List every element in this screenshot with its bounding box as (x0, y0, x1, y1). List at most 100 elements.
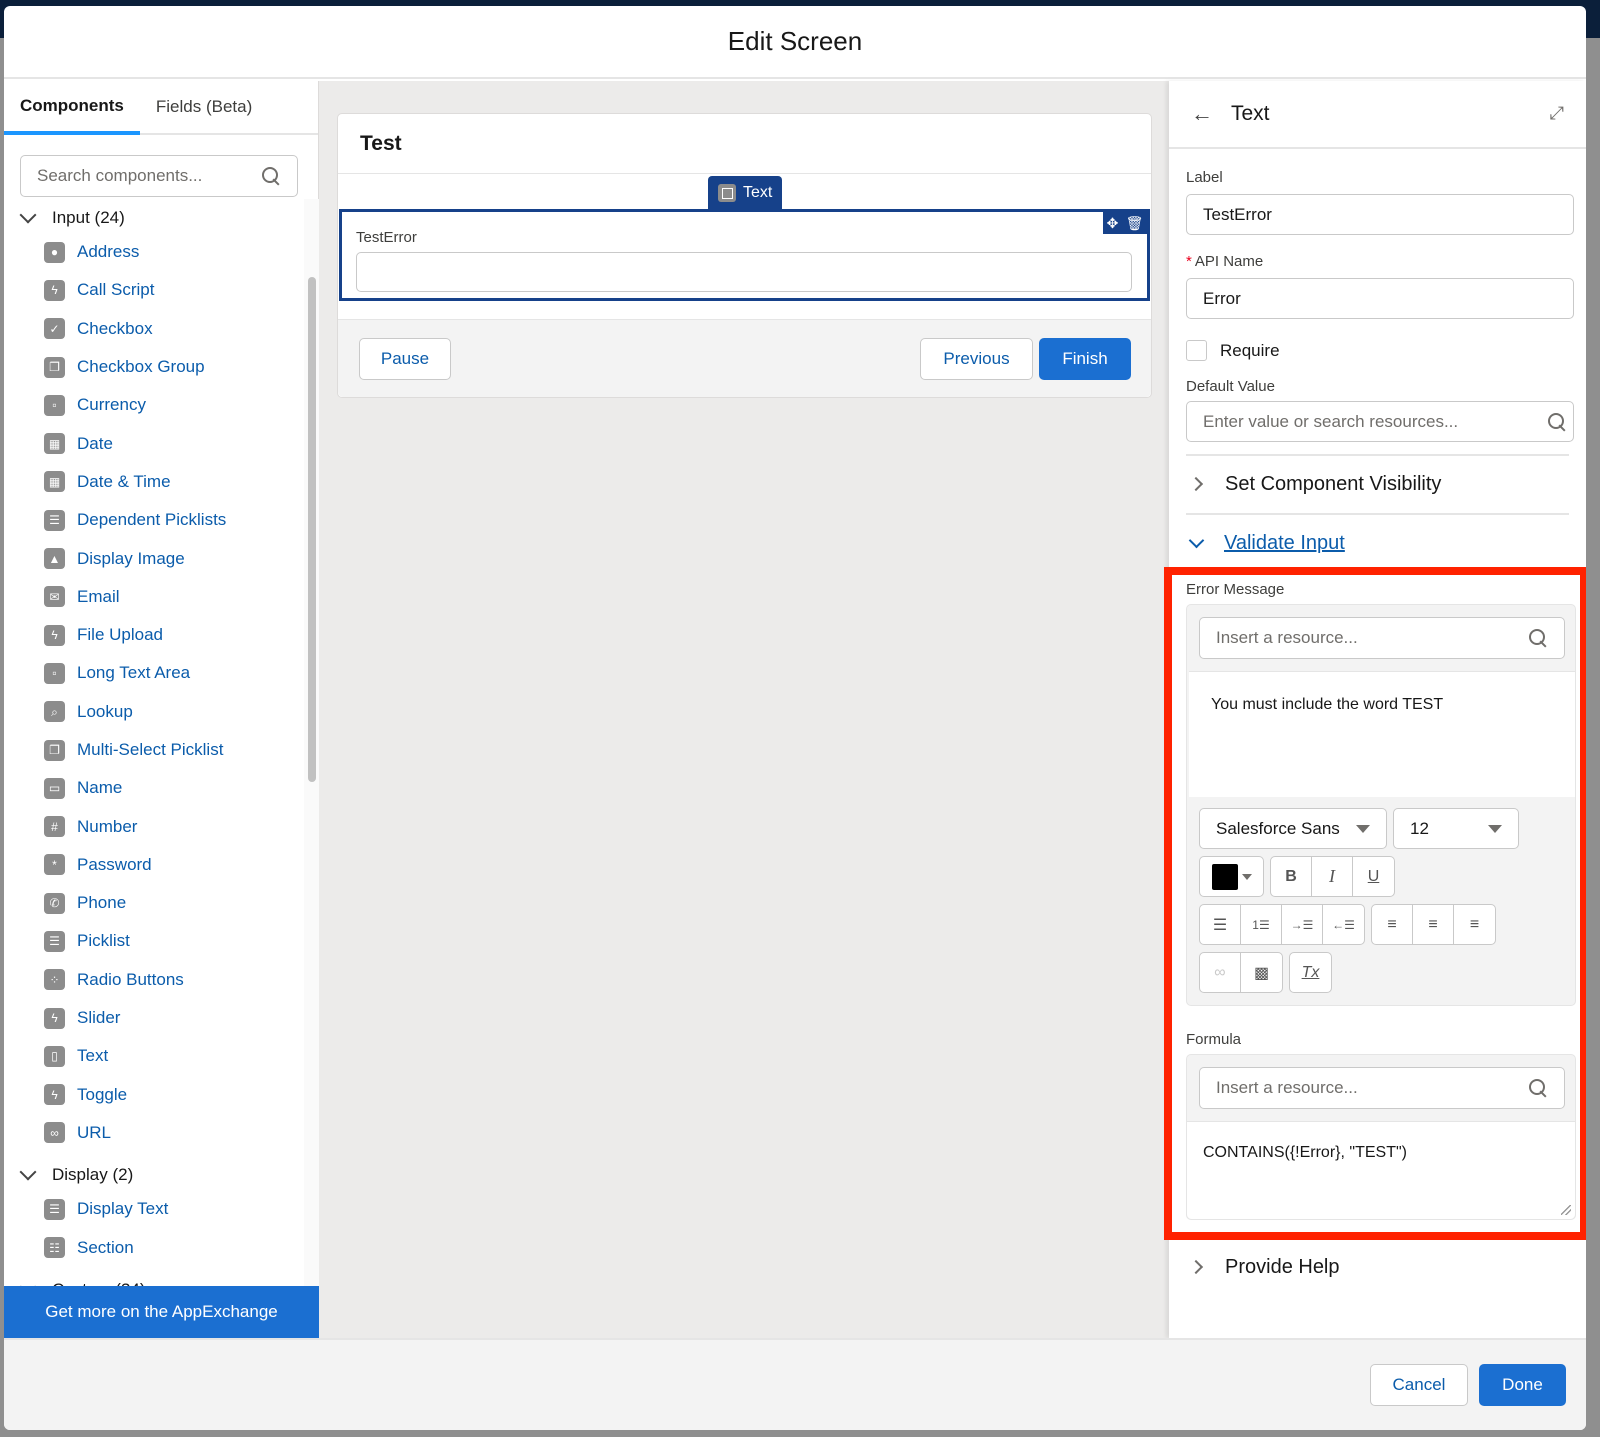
selected-component[interactable]: ✥ 🗑 TestError (339, 209, 1150, 301)
search-icon[interactable] (261, 166, 281, 186)
resize-handle[interactable] (1561, 1205, 1571, 1215)
align-left-icon[interactable]: ≡ (1372, 905, 1413, 944)
insert-group: ∞ ▩ (1199, 952, 1283, 993)
component-item-label: Radio Buttons (77, 969, 184, 989)
component-item[interactable]: ▯ Text (4, 1037, 304, 1075)
component-item[interactable]: ϟ Slider (4, 999, 304, 1037)
validate-input-label[interactable]: Validate Input (1224, 532, 1345, 555)
component-item[interactable]: ▭ Name (4, 769, 304, 807)
component-item[interactable]: # Number (4, 807, 304, 845)
align-center-icon[interactable]: ≡ (1413, 905, 1454, 944)
search-components-input[interactable] (37, 166, 261, 186)
component-item[interactable]: ☰ Display Text (4, 1190, 304, 1228)
component-item-label: URL (77, 1122, 112, 1142)
text-color-group (1199, 856, 1264, 897)
scrollbar-thumb[interactable] (308, 277, 316, 782)
cancel-button[interactable]: Cancel (1370, 1364, 1468, 1406)
component-preview-input[interactable] (356, 252, 1132, 292)
component-item[interactable]: ▫ Currency (4, 386, 304, 424)
set-component-visibility-section[interactable]: Set Component Visibility (1169, 455, 1586, 513)
component-group-header[interactable]: Display (2) (4, 1160, 304, 1190)
screen-canvas-card: Test Text ✥ 🗑 TestError Pause Previous F… (337, 113, 1152, 398)
component-item[interactable]: ϟ Toggle (4, 1076, 304, 1114)
align-right-icon[interactable]: ≡ (1454, 905, 1495, 944)
radio-buttons-icon: ⁘ (44, 969, 65, 991)
component-item[interactable]: ϟ Call Script (4, 271, 304, 309)
component-item[interactable]: ▦ Date (4, 424, 304, 462)
component-item[interactable]: * Password (4, 846, 304, 884)
formula-textarea[interactable]: CONTAINS({!Error}, "TEST") (1187, 1121, 1575, 1219)
list-icon: ☰ (44, 930, 65, 952)
component-item-label: Display Text (77, 1199, 169, 1219)
component-item[interactable]: ▲ Display Image (4, 539, 304, 577)
error-message-editor: You must include the word TEST Salesforc… (1186, 604, 1576, 1006)
component-item[interactable]: ✉ Email (4, 578, 304, 616)
require-checkbox[interactable] (1186, 340, 1207, 361)
previous-button[interactable]: Previous (920, 338, 1033, 380)
list-icon: ☰ (44, 509, 65, 531)
location-pin-icon: ● (44, 241, 65, 263)
back-arrow-icon[interactable]: ← (1191, 101, 1213, 127)
finish-button[interactable]: Finish (1039, 338, 1131, 380)
component-item[interactable]: ☷ Section (4, 1228, 304, 1266)
appexchange-button[interactable]: Get more on the AppExchange (4, 1286, 319, 1338)
underline-button[interactable]: U (1353, 857, 1394, 896)
tab-fields-beta[interactable]: Fields (Beta) (140, 81, 268, 133)
clear-format-group: Tx (1289, 952, 1332, 993)
format-toolbar-row: B I U (1199, 856, 1395, 897)
component-item[interactable]: ❐ Multi-Select Picklist (4, 731, 304, 769)
component-item[interactable]: ▫ Long Text Area (4, 654, 304, 692)
component-item[interactable]: ϟ File Upload (4, 616, 304, 654)
bulleted-list-icon[interactable]: ☰ (1200, 905, 1241, 944)
font-size-select[interactable]: 12 (1393, 808, 1519, 849)
font-family-select[interactable]: Salesforce Sans (1199, 808, 1387, 849)
component-item[interactable]: ☰ Dependent Picklists (4, 501, 304, 539)
delete-icon[interactable]: 🗑 (1126, 215, 1144, 232)
provide-help-label: Provide Help (1225, 1255, 1340, 1278)
component-item[interactable]: ☰ Picklist (4, 922, 304, 960)
italic-button[interactable]: I (1312, 857, 1353, 896)
error-resource-input[interactable] (1216, 628, 1528, 648)
set-visibility-label: Set Component Visibility (1225, 472, 1442, 495)
component-group-header[interactable]: Input (24) (4, 203, 304, 233)
label-input[interactable] (1186, 194, 1574, 235)
tab-components[interactable]: Components (4, 81, 140, 135)
move-icon[interactable]: ✥ (1107, 215, 1119, 232)
text-color-button[interactable] (1200, 857, 1263, 896)
outdent-icon[interactable]: ←☰ (1323, 905, 1364, 944)
component-item[interactable]: ● Address (4, 233, 304, 271)
expand-icon[interactable]: ⤢ (1550, 103, 1564, 124)
validate-input-section[interactable]: Validate Input (1169, 514, 1586, 572)
search-icon[interactable] (1528, 628, 1548, 648)
component-group-header[interactable]: Custom (34) (4, 1275, 304, 1286)
component-item[interactable]: ✆ Phone (4, 884, 304, 922)
formula-resource-input[interactable] (1216, 1078, 1528, 1098)
component-item[interactable]: ⁘ Radio Buttons (4, 961, 304, 999)
default-value-input[interactable] (1186, 401, 1574, 442)
component-item[interactable]: ✓ Checkbox (4, 310, 304, 348)
pause-button[interactable]: Pause (359, 338, 451, 380)
numbered-list-icon[interactable]: 1☰ (1241, 905, 1282, 944)
component-item-label: Call Script (77, 280, 155, 300)
search-icon[interactable] (1528, 1078, 1548, 1098)
clear-formatting-icon[interactable]: Tx (1290, 953, 1331, 992)
formula-resource-search (1199, 1067, 1565, 1109)
component-item[interactable]: ⌕ Lookup (4, 693, 304, 731)
component-item[interactable]: ∞ URL (4, 1114, 304, 1152)
component-item[interactable]: ▦ Date & Time (4, 463, 304, 501)
link-icon[interactable]: ∞ (1200, 953, 1241, 992)
search-icon[interactable] (1547, 412, 1567, 432)
screen-footer: Pause Previous Finish (338, 319, 1151, 397)
bold-button[interactable]: B (1271, 857, 1312, 896)
component-type-tag[interactable]: Text (708, 176, 783, 210)
component-item[interactable]: ❐ Checkbox Group (4, 348, 304, 386)
done-button[interactable]: Done (1479, 1364, 1566, 1406)
palette-tabs: Components Fields (Beta) (4, 81, 318, 135)
provide-help-section[interactable]: Provide Help (1169, 1238, 1586, 1296)
error-message-text[interactable]: You must include the word TEST (1189, 671, 1575, 797)
image-icon[interactable]: ▩ (1241, 953, 1282, 992)
api-name-input[interactable] (1186, 278, 1574, 319)
component-item-label: Checkbox Group (77, 357, 205, 377)
indent-icon[interactable]: →☰ (1282, 905, 1323, 944)
component-item-label: Checkbox (77, 318, 153, 338)
